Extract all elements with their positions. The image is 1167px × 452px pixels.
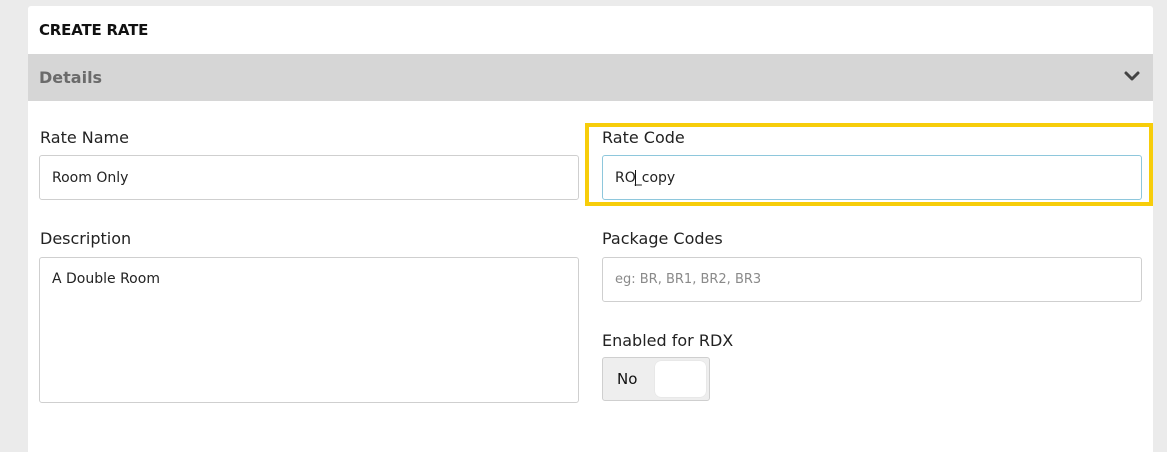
page-title: CREATE RATE bbox=[39, 21, 149, 39]
toggle-state-text: No bbox=[617, 370, 638, 388]
rate-name-label: Rate Name bbox=[40, 128, 129, 147]
description-label: Description bbox=[40, 229, 132, 248]
description-value: A Double Room bbox=[52, 271, 160, 287]
rate-name-input[interactable]: Room Only bbox=[39, 155, 579, 200]
rate-code-value-end: _copy bbox=[634, 169, 676, 186]
rate-name-value: Room Only bbox=[52, 169, 129, 186]
enabled-rdx-toggle[interactable]: No bbox=[602, 357, 710, 401]
rate-code-input[interactable]: RO _copy bbox=[602, 155, 1142, 200]
package-codes-input[interactable]: eg: BR, BR1, BR2, BR3 bbox=[602, 257, 1142, 302]
package-codes-placeholder: eg: BR, BR1, BR2, BR3 bbox=[615, 272, 762, 287]
rate-code-value-start: RO bbox=[615, 169, 636, 186]
enabled-rdx-label: Enabled for RDX bbox=[602, 331, 734, 350]
chevron-down-icon[interactable] bbox=[1123, 67, 1141, 85]
description-textarea[interactable]: A Double Room bbox=[39, 257, 579, 403]
details-section-title: Details bbox=[39, 68, 103, 87]
details-section-header[interactable]: Details bbox=[28, 54, 1153, 101]
toggle-knob[interactable] bbox=[655, 361, 706, 397]
rate-code-label: Rate Code bbox=[602, 128, 685, 147]
package-codes-label: Package Codes bbox=[602, 229, 723, 248]
